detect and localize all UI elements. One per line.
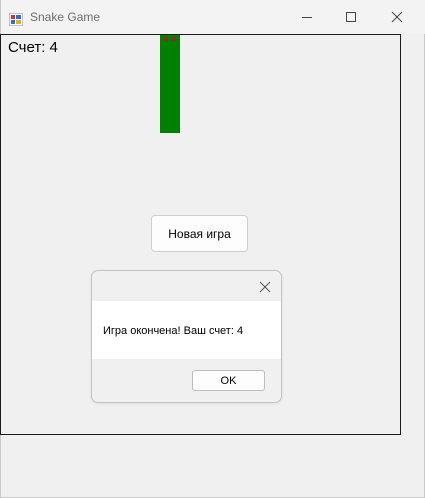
new-game-button[interactable]: Новая игра <box>151 215 248 252</box>
minimize-button[interactable] <box>284 0 330 34</box>
close-icon <box>259 278 271 297</box>
ok-label: OK <box>220 374 237 387</box>
snake-eye-right <box>172 37 176 41</box>
snake <box>160 35 180 133</box>
minimize-icon <box>301 8 313 27</box>
close-icon <box>391 8 403 27</box>
game-over-dialog: Игра окончена! Ваш счет: 4 OK <box>91 270 282 403</box>
window-title: Snake Game <box>30 10 101 24</box>
dialog-close-button[interactable] <box>255 277 275 297</box>
dialog-body: Игра окончена! Ваш счет: 4 <box>92 301 281 359</box>
new-game-label: Новая игра <box>168 226 231 241</box>
ok-button[interactable]: OK <box>192 370 265 391</box>
maximize-icon <box>345 8 357 27</box>
title-bar[interactable]: Snake Game <box>1 0 425 34</box>
dialog-message: Игра окончена! Ваш счет: 4 <box>103 325 244 337</box>
app-window: Snake Game Счет: 4 Новая игра Игра оконч… <box>0 0 425 498</box>
app-icon <box>8 11 24 27</box>
score-label: Счет: 4 <box>8 39 58 56</box>
close-button[interactable] <box>374 0 420 34</box>
maximize-button[interactable] <box>328 0 374 34</box>
snake-eye-left <box>164 37 168 41</box>
